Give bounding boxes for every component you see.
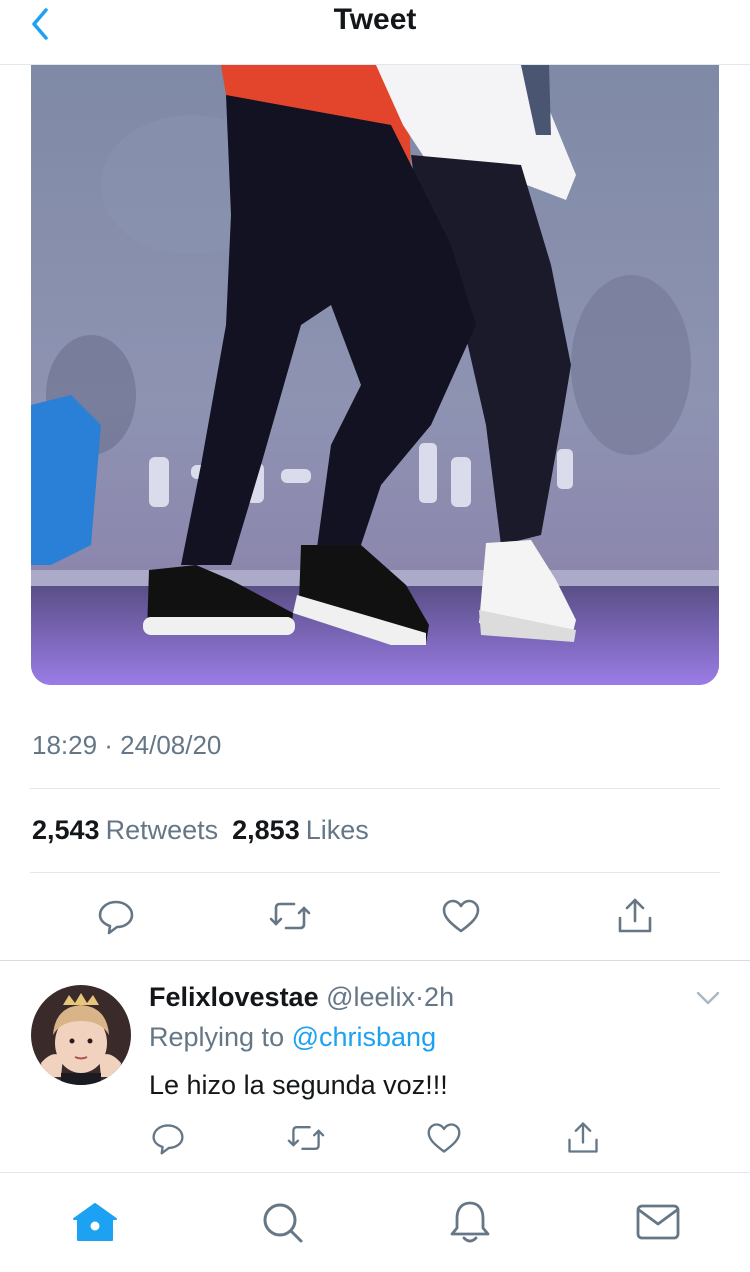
likes-count: 2,853: [232, 815, 300, 845]
search-icon: [263, 1203, 303, 1243]
reply-author-name[interactable]: Felixlovestae: [149, 982, 319, 1012]
retweets-label: Retweets: [105, 815, 219, 845]
tab-messages[interactable]: [633, 1197, 683, 1247]
reply-author-handle[interactable]: @leelix: [326, 982, 415, 1012]
retweet-icon: [269, 902, 311, 930]
reply-more-button[interactable]: [694, 988, 722, 1008]
replying-to-line: Replying to @chrisbang: [149, 1022, 436, 1053]
section-divider: [0, 960, 750, 961]
reply-like-button[interactable]: [422, 1116, 466, 1160]
chevron-down-icon: [696, 991, 720, 1005]
reply-header: Felixlovestae @leelix·2h: [149, 982, 454, 1013]
share-icon: [568, 1122, 598, 1153]
replying-to-mention[interactable]: @chrisbang: [292, 1022, 436, 1052]
top-bar: Tweet: [0, 0, 750, 65]
reply-time: 2h: [424, 982, 455, 1012]
likes-label: Likes: [305, 815, 369, 845]
replying-to-label: Replying to: [149, 1022, 285, 1052]
reply-share-button[interactable]: [561, 1116, 605, 1160]
tweet-media-image[interactable]: [31, 65, 719, 685]
likes-stat[interactable]: 2,853 Likes: [232, 815, 369, 845]
separator-dot: ·: [415, 982, 425, 1012]
home-icon: [73, 1203, 117, 1241]
divider: [30, 872, 720, 873]
reply-text: Le hizo la segunda voz!!!: [149, 1070, 448, 1100]
reply-reply-button[interactable]: [146, 1116, 190, 1160]
comment-icon: [152, 1124, 184, 1155]
heart-icon: [442, 899, 480, 933]
like-button[interactable]: [439, 894, 483, 938]
retweet-icon: [287, 1126, 325, 1150]
tweet-timestamp: 18:29 · 24/08/20: [32, 730, 222, 760]
divider: [30, 788, 720, 789]
share-button[interactable]: [613, 894, 657, 938]
heart-icon: [427, 1123, 461, 1153]
comment-icon: [98, 900, 134, 935]
retweets-stat[interactable]: 2,543 Retweets: [32, 815, 218, 845]
bell-icon: [450, 1201, 490, 1243]
tab-search[interactable]: [257, 1197, 307, 1247]
avatar[interactable]: [31, 985, 131, 1085]
retweet-button[interactable]: [268, 894, 312, 938]
reply-retweet-button[interactable]: [284, 1116, 328, 1160]
avatar-image: [31, 985, 131, 1085]
retweets-count: 2,543: [32, 815, 100, 845]
mail-icon: [636, 1204, 680, 1240]
bottom-tab-bar: [0, 1172, 750, 1272]
reply-button[interactable]: [94, 894, 138, 938]
share-icon: [618, 898, 652, 933]
tab-home[interactable]: [70, 1197, 120, 1247]
tab-notifications[interactable]: [445, 1197, 495, 1247]
page-title: Tweet: [333, 3, 417, 36]
tweet-stats: 2,543 Retweets 2,853 Likes: [32, 815, 369, 846]
